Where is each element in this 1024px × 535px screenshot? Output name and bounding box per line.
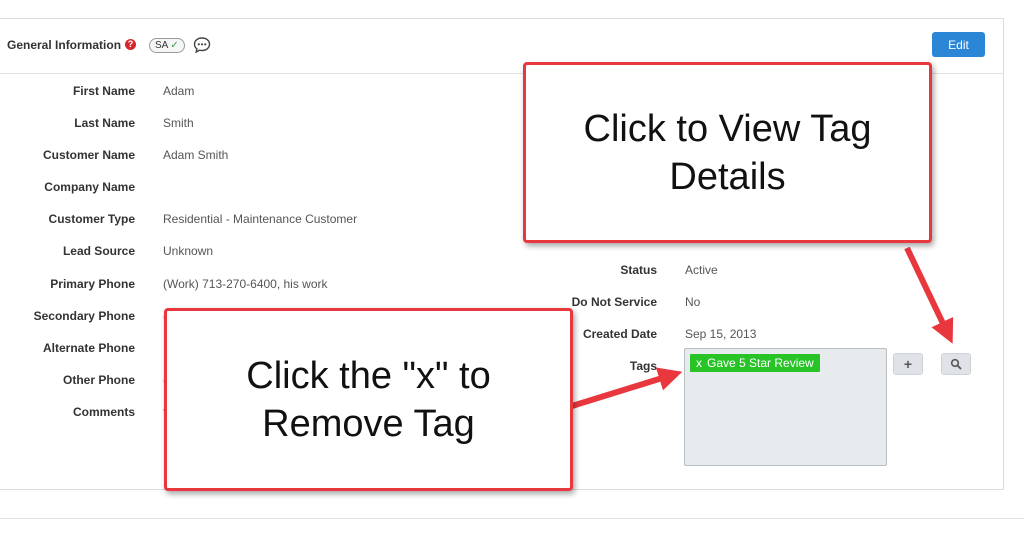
alternate-phone-label: Alternate Phone <box>42 341 135 355</box>
remove-tag-button[interactable]: x <box>696 356 702 370</box>
do-not-service-value: No <box>685 295 701 309</box>
secondary-phone-label: Secondary Phone <box>33 309 135 323</box>
section-title: General Information <box>7 38 122 52</box>
badge-label: SA <box>155 40 169 51</box>
comments-label: Comments <box>72 405 135 419</box>
service-agreement-badge[interactable]: SA ✓ <box>149 38 185 53</box>
status-value: Active <box>685 263 718 277</box>
check-icon: ✓ <box>170 40 179 51</box>
tags-label: Tags <box>629 359 657 373</box>
last-name-label: Last Name <box>74 116 135 130</box>
remove-tag-callout: Click the "x" to Remove Tag <box>164 308 573 491</box>
customer-name-value: Adam Smith <box>163 148 229 162</box>
view-tag-details-button[interactable] <box>941 353 971 375</box>
company-name-label: Company Name <box>44 180 135 194</box>
edit-button[interactable]: Edit <box>932 32 985 57</box>
add-tag-button[interactable]: + <box>893 353 923 375</box>
plus-icon: + <box>903 356 913 372</box>
primary-phone-label: Primary Phone <box>50 277 135 291</box>
last-name-value: Smith <box>163 116 194 130</box>
search-icon <box>950 358 962 370</box>
customer-type-label: Customer Type <box>48 212 135 226</box>
help-icon[interactable]: ? <box>125 39 136 50</box>
tag-chip[interactable]: x Gave 5 Star Review <box>690 354 820 372</box>
primary-phone-value: (Work) 713-270-6400, his work <box>163 277 328 291</box>
chat-bubble-icon[interactable] <box>193 36 211 54</box>
customer-type-value: Residential - Maintenance Customer <box>163 212 358 226</box>
divider <box>0 518 1024 519</box>
first-name-label: First Name <box>72 84 135 98</box>
remove-tag-text: Click the "x" to Remove Tag <box>246 354 491 445</box>
tags-box[interactable]: x Gave 5 Star Review <box>684 348 887 466</box>
view-tag-details-callout: Click to View Tag Details <box>523 62 932 243</box>
tag-name: Gave 5 Star Review <box>707 356 814 370</box>
view-tag-details-text: Click to View Tag Details <box>583 107 872 198</box>
lead-source-value: Unknown <box>163 244 214 258</box>
other-phone-label: Other Phone <box>62 373 135 387</box>
do-not-service-label: Do Not Service <box>571 295 657 309</box>
customer-name-label: Customer Name <box>42 148 135 162</box>
status-label: Status <box>620 263 657 277</box>
first-name-value: Adam <box>163 84 195 98</box>
lead-source-label: Lead Source <box>62 244 135 258</box>
created-date-value: Sep 15, 2013 <box>685 327 757 341</box>
created-date-label: Created Date <box>582 327 657 341</box>
